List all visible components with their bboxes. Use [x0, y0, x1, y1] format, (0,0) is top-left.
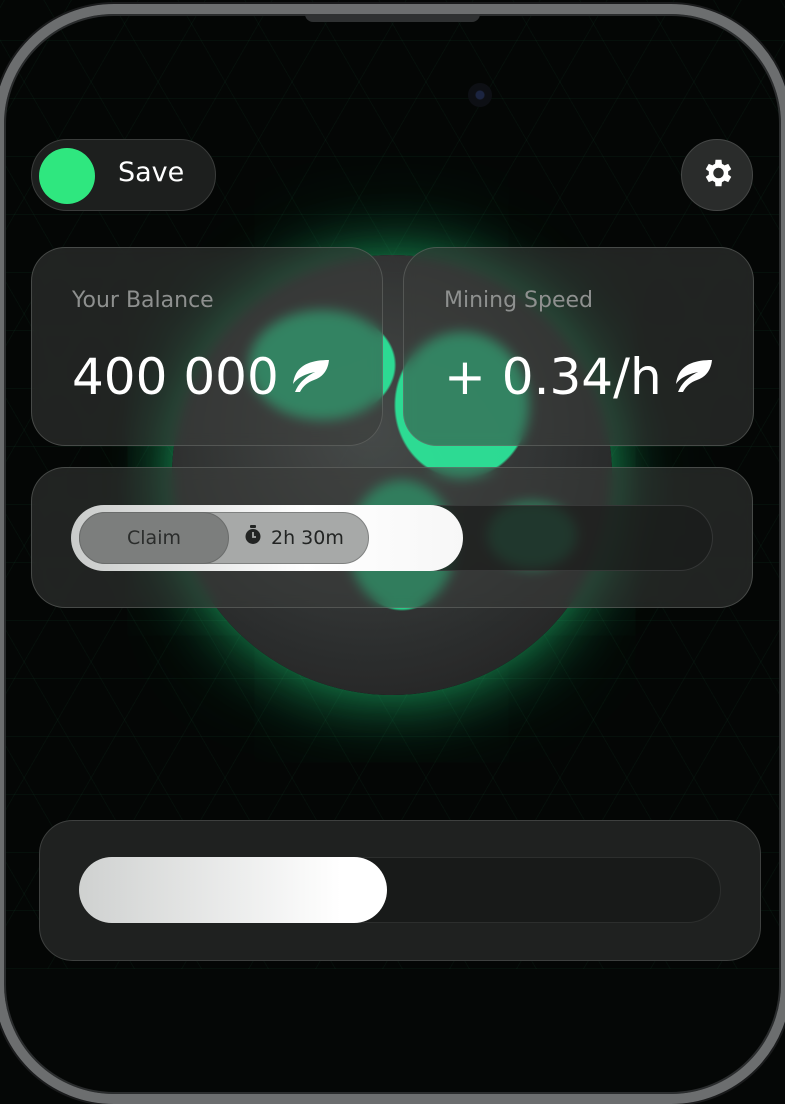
balance-label: Your Balance — [72, 288, 214, 313]
claim-timer: 2h 30m — [243, 525, 344, 550]
toggle-knob[interactable] — [39, 148, 95, 204]
settings-button[interactable] — [681, 139, 753, 211]
leaf-icon — [289, 348, 331, 406]
balance-value: 400 000 — [72, 348, 279, 406]
stopwatch-icon — [243, 525, 263, 550]
bottom-progress-fill[interactable] — [79, 857, 387, 923]
toggle-label: Save — [118, 157, 185, 188]
claim-button-label: Claim — [127, 527, 181, 549]
claim-button[interactable]: Claim — [79, 512, 229, 564]
save-toggle[interactable]: Save — [31, 139, 216, 211]
phone-speaker — [305, 14, 480, 22]
balance-card: Your Balance 400 000 — [31, 247, 383, 446]
timer-value: 2h 30m — [271, 526, 344, 549]
leaf-icon — [672, 348, 714, 406]
gear-icon — [699, 155, 735, 195]
mining-speed-label: Mining Speed — [444, 288, 594, 313]
mining-speed-value: + 0.34/h — [444, 348, 662, 406]
front-camera — [468, 83, 492, 107]
mining-speed-card: Mining Speed + 0.34/h — [403, 247, 754, 446]
